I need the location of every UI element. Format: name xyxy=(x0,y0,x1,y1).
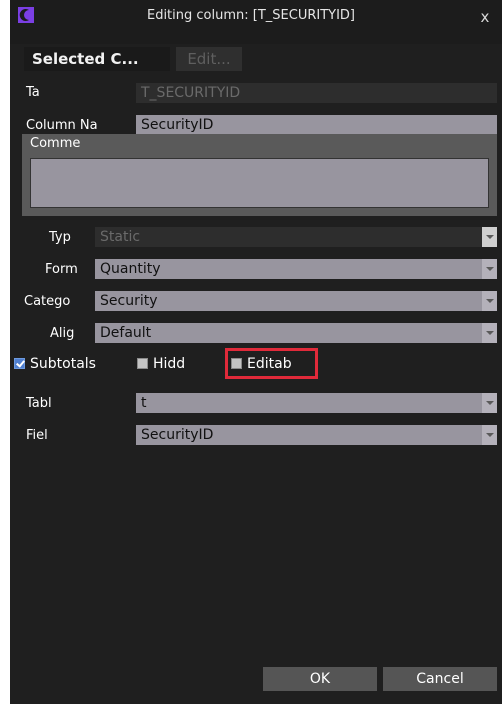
tab-edit[interactable]: Edit... xyxy=(176,47,242,71)
source-table-value: t xyxy=(141,395,147,411)
table-label: Ta xyxy=(26,85,40,100)
tab-selected-columns[interactable]: Selected C... xyxy=(24,47,170,71)
column-name-input[interactable]: SecurityID xyxy=(136,115,497,135)
chevron-down-icon[interactable] xyxy=(482,425,497,445)
chevron-down-icon[interactable] xyxy=(482,393,497,413)
type-dropdown: Static xyxy=(95,227,497,247)
column-name-label: Column Na xyxy=(26,118,98,133)
format-value: Quantity xyxy=(100,261,161,277)
type-label: Typ xyxy=(49,230,71,245)
category-label: Catego xyxy=(24,294,71,309)
checkbox-unchecked-icon xyxy=(137,357,148,369)
source-table-label: Tabl xyxy=(26,396,52,411)
align-dropdown[interactable]: Default xyxy=(95,323,497,343)
subtotals-checkbox[interactable]: Subtotals xyxy=(14,354,96,374)
checkbox-checked-icon xyxy=(14,357,25,369)
source-table-dropdown[interactable]: t xyxy=(136,393,497,413)
comment-textarea[interactable] xyxy=(30,158,489,208)
title-bar: Editing column: [T_SECURITYID] x xyxy=(10,0,502,44)
chevron-down-icon[interactable] xyxy=(482,291,497,311)
chevron-down-icon[interactable] xyxy=(482,323,497,343)
close-icon: x xyxy=(480,8,490,26)
format-label: Form xyxy=(45,262,78,277)
chevron-down-icon xyxy=(482,227,497,247)
editable-label: Editab xyxy=(247,356,292,372)
type-value: Static xyxy=(100,229,141,245)
ok-button[interactable]: OK xyxy=(263,667,377,691)
table-name-field: T_SECURITYID xyxy=(136,83,497,103)
align-value: Default xyxy=(100,325,152,341)
editable-checkbox[interactable]: Editab xyxy=(231,354,292,374)
category-dropdown[interactable]: Security xyxy=(95,291,497,311)
comment-label: Comme xyxy=(30,136,81,151)
hidden-label: Hidd xyxy=(153,356,186,372)
align-label: Alig xyxy=(50,326,75,341)
source-field-label: Fiel xyxy=(26,428,48,443)
category-value: Security xyxy=(100,293,158,309)
window-title: Editing column: [T_SECURITYID] xyxy=(146,8,355,23)
edit-column-dialog: Editing column: [T_SECURITYID] x Selecte… xyxy=(10,0,502,704)
source-field-value: SecurityID xyxy=(141,427,214,443)
hidden-checkbox[interactable]: Hidd xyxy=(137,354,185,374)
chevron-down-icon[interactable] xyxy=(482,259,497,279)
format-dropdown[interactable]: Quantity xyxy=(95,259,497,279)
subtotals-label: Subtotals xyxy=(30,356,96,372)
close-button[interactable]: x xyxy=(475,7,495,27)
comment-group: Comme xyxy=(22,134,497,216)
checkbox-unchecked-icon xyxy=(231,357,242,369)
cancel-button[interactable]: Cancel xyxy=(383,667,497,691)
source-field-dropdown[interactable]: SecurityID xyxy=(136,425,497,445)
